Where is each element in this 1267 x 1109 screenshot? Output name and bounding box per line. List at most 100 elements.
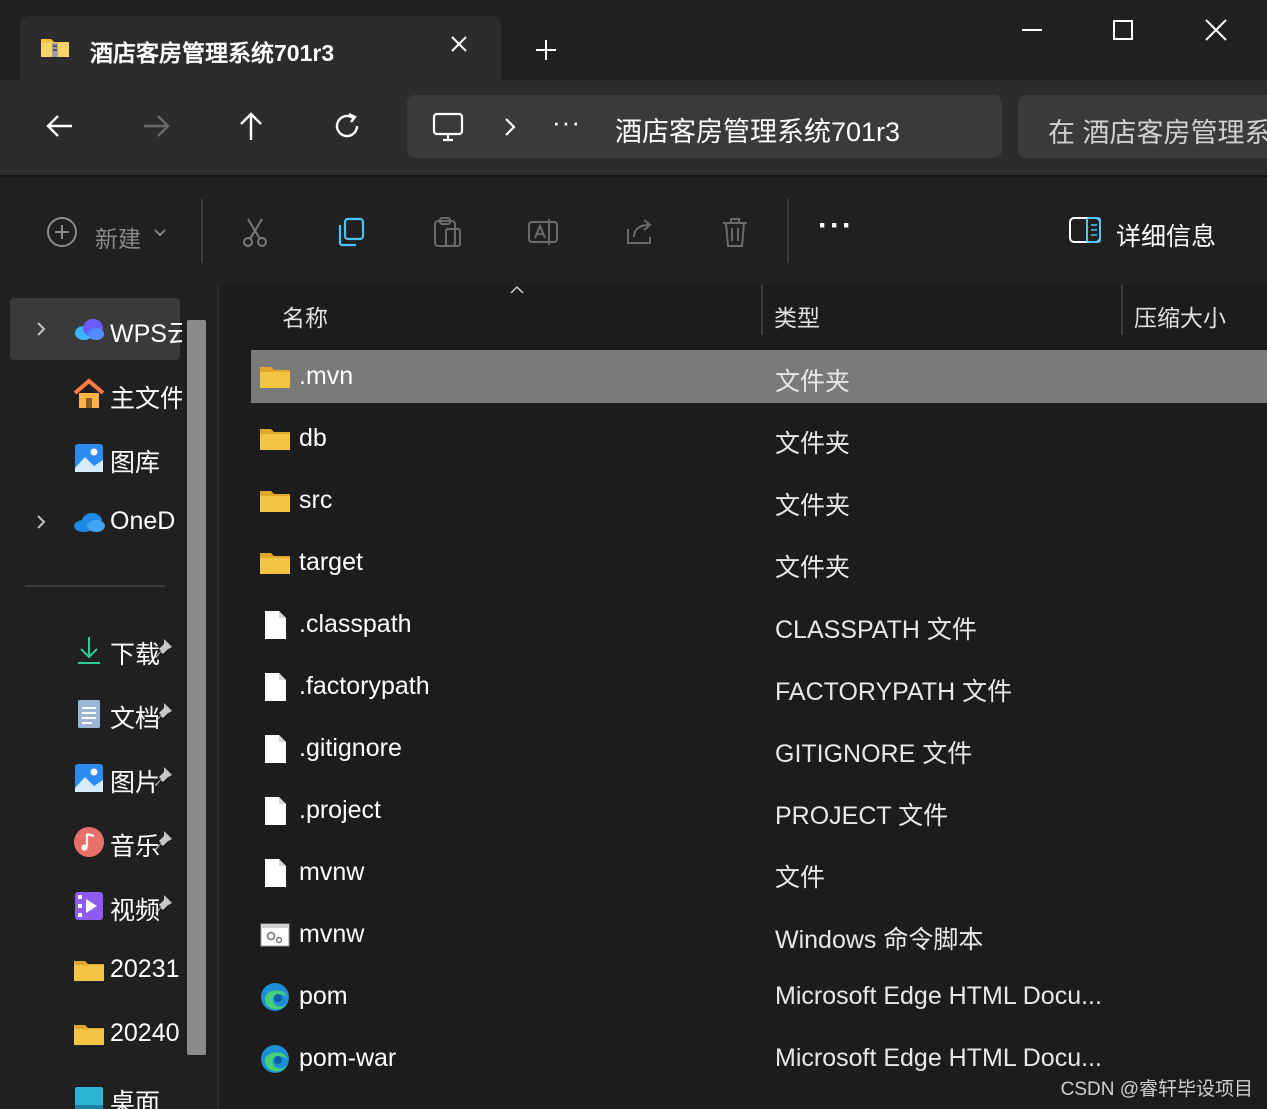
pin-icon[interactable]: [152, 701, 174, 725]
sidebar-item-gallery[interactable]: 图库: [10, 427, 180, 489]
column-divider[interactable]: [1121, 285, 1123, 335]
file-type: CLASSPATH 文件: [775, 616, 977, 644]
pin-icon[interactable]: [152, 829, 174, 853]
pin-icon[interactable]: [152, 637, 174, 661]
sidebar-item-onedrive[interactable]: OneD: [10, 491, 180, 553]
sidebar-item-desktop[interactable]: 桌面: [10, 1067, 180, 1109]
close-window-icon[interactable]: [1196, 10, 1236, 50]
file-name: .project: [299, 796, 381, 824]
command-bar: 新建 ··· 详细信息: [0, 175, 1267, 285]
cut-icon[interactable]: [238, 215, 272, 249]
music-icon: [74, 827, 104, 857]
refresh-icon[interactable]: [329, 108, 365, 144]
folder-icon: [260, 429, 290, 450]
new-plus-icon[interactable]: [45, 215, 79, 249]
download-icon: [78, 637, 100, 664]
forward-arrow-icon[interactable]: [138, 108, 174, 144]
new-button[interactable]: 新建: [95, 220, 141, 254]
chevron-right-icon[interactable]: [499, 114, 521, 140]
copy-icon[interactable]: [334, 215, 368, 249]
close-tab-icon[interactable]: [445, 30, 473, 58]
new-tab-icon[interactable]: [530, 34, 562, 66]
rename-icon[interactable]: [526, 215, 560, 249]
sidebar-item-folder-2024[interactable]: 20240: [10, 1003, 180, 1065]
path-overflow-button[interactable]: ···: [552, 107, 581, 138]
navigation-pane: WPS云 主文件 图库 OneD 下载 文档 图片 音乐 视频 20231 20…: [0, 285, 217, 1109]
sidebar-item-wps-cloud[interactable]: WPS云: [10, 298, 182, 360]
column-header-type[interactable]: 类型: [774, 299, 820, 333]
sidebar-item-folder-2023[interactable]: 20231: [10, 939, 180, 1001]
file-type: Microsoft Edge HTML Docu...: [775, 1044, 1102, 1072]
file-name: .mvn: [299, 362, 354, 390]
details-pane-icon[interactable]: [1068, 215, 1102, 245]
file-row[interactable]: target 文件夹: [251, 536, 1267, 589]
column-header-size[interactable]: 压缩大小: [1134, 299, 1226, 333]
minimize-icon[interactable]: [1012, 10, 1052, 50]
file-row[interactable]: .project PROJECT 文件: [251, 784, 1267, 837]
file-name: src: [299, 486, 333, 514]
sidebar-scrollbar[interactable]: [187, 320, 206, 1055]
file-name: target: [299, 548, 363, 576]
delete-icon[interactable]: [718, 215, 752, 249]
expand-arrow-icon[interactable]: [32, 320, 50, 338]
tab-active[interactable]: 酒店客房管理系统701r3: [20, 16, 501, 80]
zip-folder-icon: [41, 39, 69, 57]
file-name: db: [299, 424, 327, 452]
file-row[interactable]: pom Microsoft Edge HTML Docu...: [251, 970, 1267, 1023]
address-path[interactable]: 酒店客房管理系统701r3: [615, 110, 900, 149]
chevron-down-icon[interactable]: [150, 215, 170, 249]
folder-icon: [74, 961, 104, 981]
edge-icon: [261, 1045, 289, 1073]
gallery-icon: [75, 444, 103, 472]
expand-arrow-icon[interactable]: [32, 513, 50, 531]
file-row[interactable]: mvnw 文件: [251, 846, 1267, 899]
sidebar-item-label: OneD: [110, 507, 176, 535]
sidebar-item-documents[interactable]: 文档: [10, 683, 180, 745]
computer-icon[interactable]: [431, 110, 465, 144]
file-name: mvnw: [299, 920, 365, 948]
sidebar-divider: [25, 585, 165, 587]
edge-icon: [261, 983, 289, 1011]
sidebar-item-downloads[interactable]: 下载: [10, 619, 180, 681]
search-box[interactable]: 在 酒店客房管理系: [1018, 95, 1267, 158]
sidebar-item-pictures[interactable]: 图片: [10, 747, 180, 809]
file-row[interactable]: src 文件夹: [251, 474, 1267, 527]
share-icon[interactable]: [622, 215, 656, 249]
file-name: pom: [299, 982, 348, 1010]
folder-icon: [260, 367, 290, 388]
file-row[interactable]: db 文件夹: [251, 412, 1267, 465]
onedrive-icon: [74, 513, 105, 532]
toolbar-divider: [201, 199, 203, 263]
file-type: 文件夹: [775, 492, 851, 520]
address-bar[interactable]: ··· 酒店客房管理系统701r3: [407, 95, 1002, 158]
up-arrow-icon[interactable]: [233, 108, 269, 144]
back-arrow-icon[interactable]: [42, 108, 78, 144]
file-icon: [265, 735, 286, 763]
pin-icon[interactable]: [152, 765, 174, 789]
file-type: 文件夹: [775, 368, 851, 396]
maximize-icon[interactable]: [1103, 10, 1143, 50]
sidebar-item-music[interactable]: 音乐: [10, 811, 180, 873]
sort-ascending-icon: [510, 285, 524, 294]
sidebar-item-home[interactable]: 主文件: [10, 363, 182, 425]
file-row[interactable]: .factorypath FACTORYPATH 文件: [251, 660, 1267, 713]
file-type: 文件夹: [775, 430, 851, 458]
folder-icon: [74, 1025, 104, 1045]
file-row[interactable]: .classpath CLASSPATH 文件: [251, 598, 1267, 651]
column-divider[interactable]: [761, 285, 763, 335]
sidebar-item-videos[interactable]: 视频: [10, 875, 180, 937]
file-name: mvnw: [299, 858, 365, 886]
paste-icon[interactable]: [430, 215, 464, 249]
sidebar-item-label: WPS云: [110, 320, 182, 348]
column-header-name[interactable]: 名称: [282, 299, 328, 333]
pin-icon[interactable]: [152, 893, 174, 917]
file-row[interactable]: .mvn 文件夹: [251, 350, 1267, 403]
see-more-button[interactable]: ···: [818, 209, 854, 243]
file-row[interactable]: .gitignore GITIGNORE 文件: [251, 722, 1267, 775]
tab-title: 酒店客房管理系统701r3: [90, 40, 335, 66]
file-type: GITIGNORE 文件: [775, 740, 973, 768]
file-row[interactable]: mvnw Windows 命令脚本: [251, 908, 1267, 961]
file-icon: [265, 673, 286, 701]
details-button[interactable]: 详细信息: [1116, 217, 1216, 253]
file-name: pom-war: [299, 1044, 397, 1072]
